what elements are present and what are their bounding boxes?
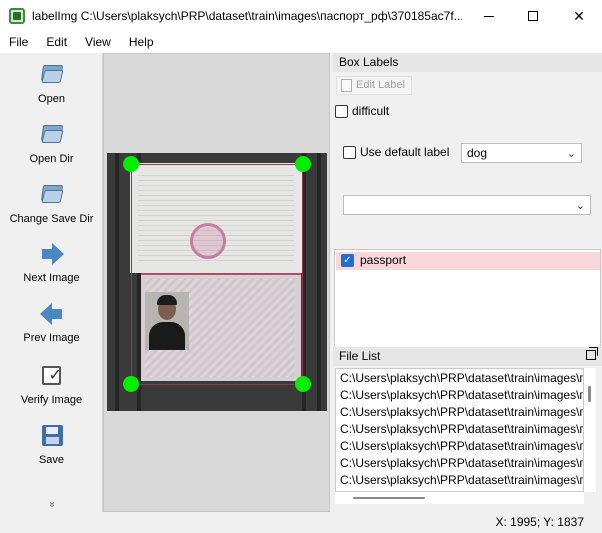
difficult-checkbox[interactable] <box>335 105 348 118</box>
close-icon: ✕ <box>573 7 585 24</box>
open-label: Open <box>38 93 65 105</box>
file-list-item[interactable]: C:\Users\plaksych\PRP\dataset\train\imag… <box>340 455 583 472</box>
verify-image-label: Verify Image <box>20 394 83 406</box>
file-list-panel: C:\Users\plaksych\PRP\dataset\train\imag… <box>333 366 602 512</box>
bbox-handle-bottom-right[interactable] <box>295 376 311 392</box>
next-image-icon <box>40 242 64 266</box>
label-item-passport[interactable]: ✓ passport <box>336 252 600 270</box>
cursor-coordinates: X: 1995; Y: 1837 <box>495 515 584 529</box>
change-save-dir-label: Change Save Dir <box>9 213 94 225</box>
file-list-item[interactable]: C:\Users\plaksych\PRP\dataset\train\imag… <box>340 370 583 387</box>
title-bar: labelImg C:\Users\plaksych\PRP\dataset\t… <box>0 0 602 32</box>
status-bar: X: 1995; Y: 1837 <box>0 512 602 533</box>
use-default-label-text: Use default label <box>360 145 450 159</box>
open-dir-button[interactable]: Open Dir <box>0 123 103 165</box>
chevron-down-icon: ⌄ <box>566 148 576 160</box>
label-filter-combo[interactable]: ⌄ <box>343 195 591 215</box>
prev-image-button[interactable]: Prev Image <box>0 302 103 344</box>
open-dir-label: Open Dir <box>29 153 74 165</box>
close-button[interactable]: ✕ <box>556 0 602 32</box>
prev-image-icon <box>39 302 64 326</box>
open-folder-icon <box>40 63 64 87</box>
float-dock-icon[interactable] <box>586 347 598 360</box>
save-button[interactable]: Save <box>0 424 103 466</box>
passport-image <box>107 153 327 411</box>
bbox-handle-bottom-left[interactable] <box>123 376 139 392</box>
use-default-label-checkbox[interactable] <box>343 146 356 159</box>
maximize-button[interactable] <box>510 0 556 32</box>
minimize-button[interactable] <box>466 0 512 32</box>
toolbar: Open Open Dir Change Save Dir Next Image… <box>0 53 103 512</box>
open-dir-icon <box>40 123 64 147</box>
menu-bar: File Edit View Help <box>0 32 602 53</box>
box-labels-panel: Edit Label difficult Use default label d… <box>333 72 602 361</box>
file-list-item[interactable]: C:\Users\plaksych\PRP\dataset\train\imag… <box>340 404 583 421</box>
window-title: labelImg C:\Users\plaksych\PRP\dataset\t… <box>32 9 462 23</box>
app-icon <box>9 8 25 24</box>
file-list-item[interactable]: C:\Users\plaksych\PRP\dataset\train\imag… <box>340 421 583 438</box>
change-save-dir-icon <box>40 183 64 207</box>
file-list: C:\Users\plaksych\PRP\dataset\train\imag… <box>335 368 584 492</box>
canvas[interactable] <box>103 53 330 512</box>
toolbar-more-icon[interactable]: » <box>0 499 103 510</box>
menu-help[interactable]: Help <box>120 32 163 53</box>
bbox-handle-top-left[interactable] <box>123 156 139 172</box>
right-panel: Box Labels Edit Label difficult Use defa… <box>333 53 602 512</box>
default-label-select[interactable]: dog ⌄ <box>461 143 582 163</box>
next-image-button[interactable]: Next Image <box>0 242 103 284</box>
file-list-item[interactable]: C:\Users\plaksych\PRP\dataset\train\imag… <box>340 472 583 489</box>
verify-image-icon: ✓ <box>40 364 64 388</box>
bounding-box[interactable] <box>131 164 303 385</box>
file-list-item[interactable]: C:\Users\plaksych\PRP\dataset\train\imag… <box>340 438 583 455</box>
edit-icon <box>341 79 352 92</box>
menu-edit[interactable]: Edit <box>37 32 76 53</box>
verify-image-button[interactable]: ✓ Verify Image <box>0 364 103 406</box>
difficult-label: difficult <box>352 104 390 118</box>
change-save-dir-button[interactable]: Change Save Dir <box>0 183 103 225</box>
box-labels-title: Box Labels <box>333 53 602 72</box>
minimize-icon <box>484 15 494 17</box>
file-list-vertical-scrollbar[interactable] <box>584 368 596 492</box>
menu-file[interactable]: File <box>0 32 37 53</box>
edit-label-button[interactable]: Edit Label <box>336 76 412 95</box>
label-item-text: passport <box>360 253 407 267</box>
save-label: Save <box>38 454 65 466</box>
maximize-icon <box>528 11 538 21</box>
open-button[interactable]: Open <box>0 63 103 105</box>
file-list-horizontal-scrollbar[interactable] <box>335 492 584 504</box>
label-list: ✓ passport <box>334 249 601 361</box>
label-checkbox-checked[interactable]: ✓ <box>341 254 354 267</box>
next-image-label: Next Image <box>23 272 80 284</box>
chevron-down-icon: ⌄ <box>575 200 585 212</box>
bbox-handle-top-right[interactable] <box>295 156 311 172</box>
file-list-item[interactable]: C:\Users\plaksych\PRP\dataset\train\imag… <box>340 387 583 404</box>
menu-view[interactable]: View <box>76 32 120 53</box>
file-list-title: File List <box>333 347 602 366</box>
save-icon <box>40 424 64 448</box>
prev-image-label: Prev Image <box>23 332 80 344</box>
